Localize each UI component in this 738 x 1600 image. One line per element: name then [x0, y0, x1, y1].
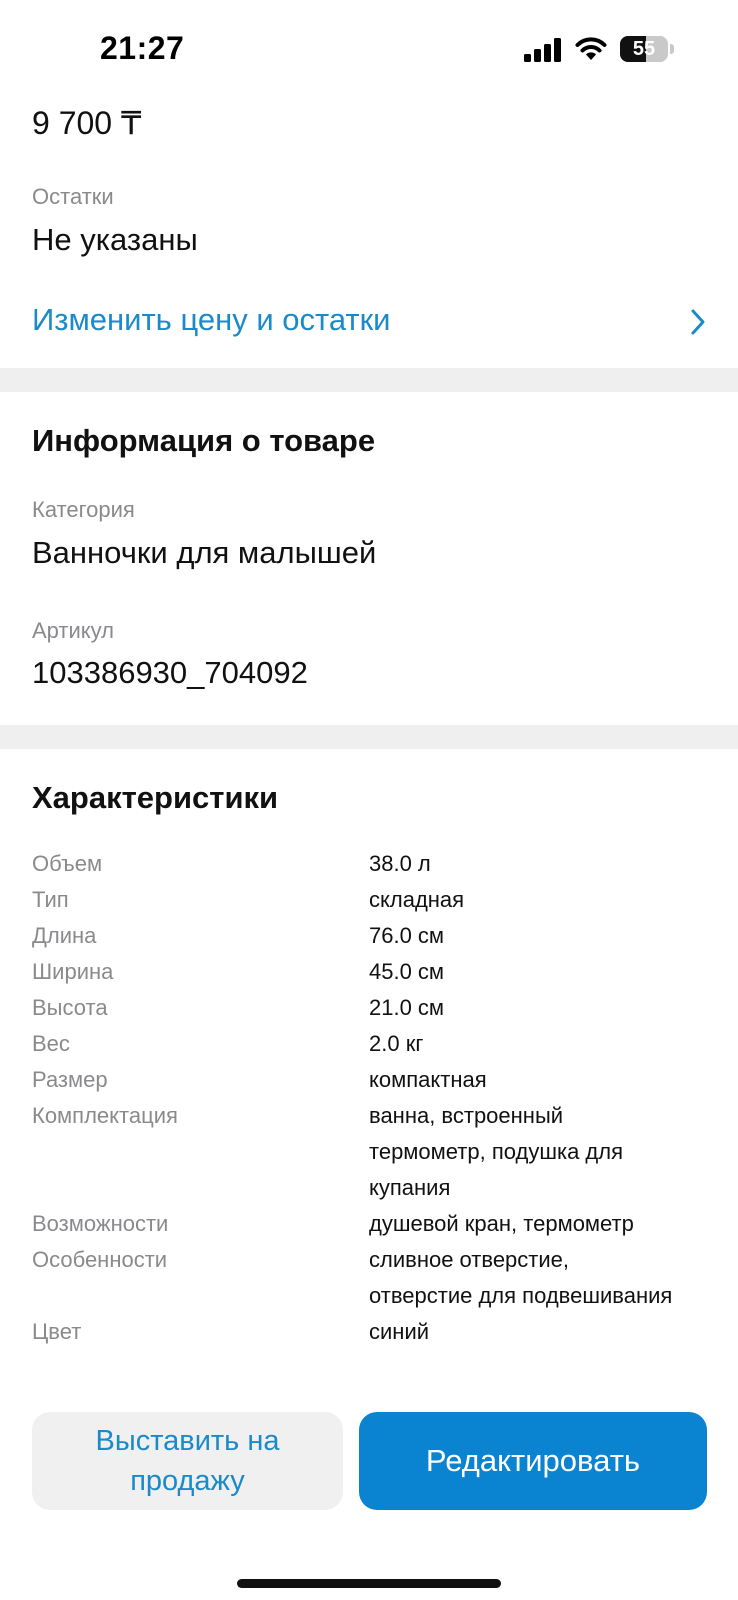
char-value: 2.0 кг: [369, 1031, 424, 1056]
char-row-height: Высота 21.0 см: [0, 990, 738, 1026]
char-row-volume: Объем 38.0 л: [0, 846, 738, 882]
battery-level: 55: [632, 38, 656, 60]
char-row-width: Ширина 45.0 см: [0, 954, 738, 990]
edit-button-label: Редактировать: [425, 1443, 641, 1478]
char-row-weight: Вес 2.0 кг: [0, 1026, 738, 1062]
product-info-title: Информация о товаре: [32, 423, 376, 458]
char-value: компактная: [369, 1067, 487, 1092]
status-bar: 21:27 55: [0, 0, 738, 100]
characteristics-title: Характеристики: [32, 780, 279, 815]
wifi-icon: [575, 37, 607, 60]
chevron-right-icon: [691, 309, 705, 335]
battery-tip: [670, 44, 674, 54]
char-key: Комплектация: [32, 1103, 178, 1128]
char-value: синий: [369, 1319, 430, 1344]
publish-for-sale-label: Выставить на продажу: [68, 1421, 308, 1501]
edit-button[interactable]: Редактировать: [359, 1412, 707, 1510]
char-key: Вес: [32, 1031, 70, 1056]
char-row-specifics: Особенности сливное отверстие, отверстие…: [0, 1242, 738, 1314]
char-key: Высота: [32, 995, 108, 1020]
publish-label-line1: Выставить на: [95, 1425, 280, 1457]
publish-for-sale-button[interactable]: Выставить на продажу: [32, 1412, 343, 1510]
char-value-line: купания: [369, 1175, 451, 1200]
char-value-line: отверстие для подвешивания: [369, 1283, 673, 1308]
stock-value: Не указаны: [32, 222, 198, 257]
sku-value: 103386930_704092: [32, 655, 308, 690]
category-label: Категория: [32, 497, 135, 522]
battery-icon: 55: [620, 36, 668, 62]
char-value: 38.0 л: [369, 851, 431, 876]
char-value: 76.0 см: [369, 923, 445, 948]
char-key: Тип: [32, 887, 69, 912]
char-key: Особенности: [32, 1247, 168, 1272]
char-row-contents: Комплектация ванна, встроенный термометр…: [0, 1098, 738, 1206]
category-value: Ванночки для малышей: [32, 535, 377, 570]
char-key: Цвет: [32, 1319, 82, 1344]
publish-label-line2: продажу: [130, 1465, 245, 1497]
char-row-length: Длина 76.0 см: [0, 918, 738, 954]
price-value: 9 700 ₸: [32, 105, 142, 141]
char-value: 21.0 см: [369, 995, 445, 1020]
signal-icon: [524, 38, 561, 62]
char-row-size: Размер компактная: [0, 1062, 738, 1098]
char-value-line: ванна, встроенный: [369, 1103, 564, 1128]
char-key: Возможности: [32, 1211, 169, 1236]
char-row-type: Тип складная: [0, 882, 738, 918]
char-key: Длина: [32, 923, 97, 948]
char-key: Объем: [32, 851, 103, 876]
char-value: душевой кран, термометр: [369, 1211, 634, 1236]
stock-label: Остатки: [32, 184, 114, 209]
char-value: ванна, встроенный термометр, подушка для…: [369, 1098, 709, 1206]
char-key: Размер: [32, 1067, 108, 1092]
section-divider: [0, 368, 738, 392]
char-value: 45.0 см: [369, 959, 445, 984]
char-key: Ширина: [32, 959, 114, 984]
char-row-features: Возможности душевой кран, термометр: [0, 1206, 738, 1242]
product-details-screen: 21:27 55 9 700 ₸ Остатки Не указаны Изме…: [0, 0, 738, 1600]
change-price-stock-link[interactable]: Изменить цену и остатки: [0, 290, 738, 350]
home-indicator[interactable]: [237, 1579, 501, 1588]
char-row-color: Цвет синий: [0, 1314, 738, 1350]
char-value-line: сливное отверстие,: [369, 1247, 569, 1272]
change-price-stock-label: Изменить цену и остатки: [32, 302, 391, 337]
char-value-line: термометр, подушка для: [369, 1139, 624, 1164]
status-time: 21:27: [100, 30, 185, 66]
sku-label: Артикул: [32, 618, 115, 643]
char-value: складная: [369, 887, 465, 912]
section-divider: [0, 725, 738, 749]
characteristics-table: Объем 38.0 л Тип складная Длина 76.0 см …: [0, 846, 738, 1350]
char-value: сливное отверстие, отверстие для подвеши…: [369, 1242, 709, 1314]
